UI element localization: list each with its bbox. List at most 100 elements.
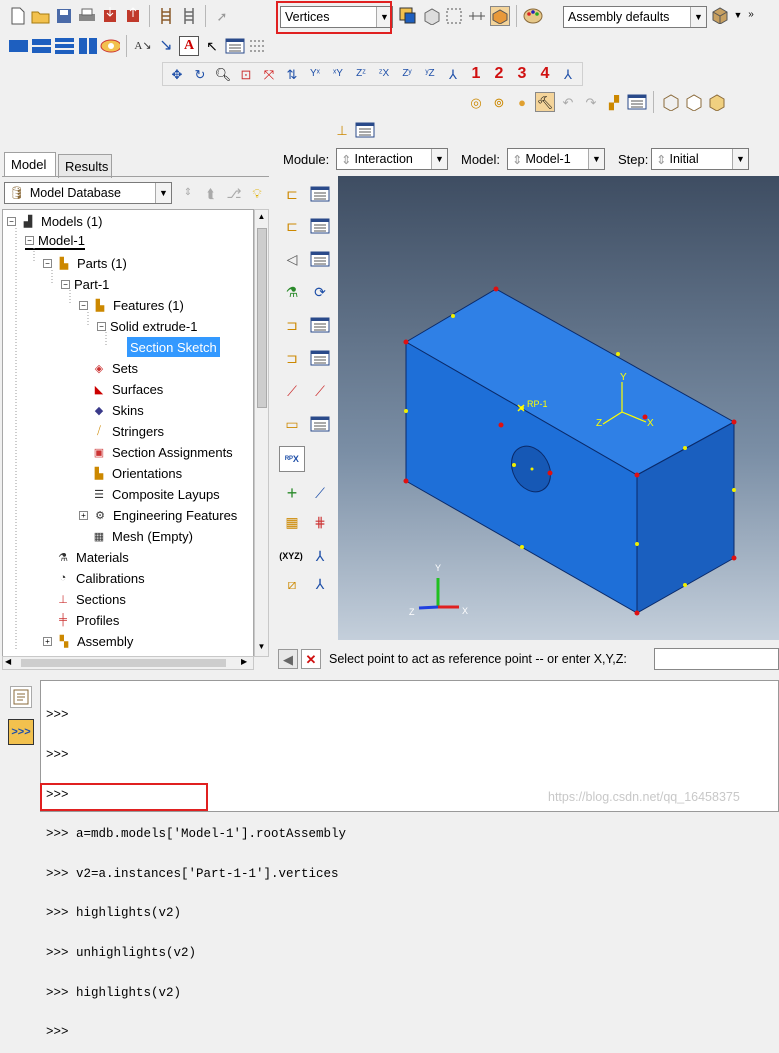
pointer-icon[interactable]: ↖ xyxy=(202,36,222,56)
csys-icon[interactable]: ⅄ xyxy=(308,544,332,568)
shaded-icon[interactable] xyxy=(706,92,726,112)
manager-table-icon[interactable] xyxy=(225,36,245,56)
export-icon[interactable] xyxy=(123,6,143,26)
chevron-down-icon[interactable]: ▼ xyxy=(431,149,447,169)
create-interaction-icon[interactable]: ⊏ xyxy=(280,182,304,206)
new-file-icon[interactable] xyxy=(8,6,28,26)
tab-model[interactable]: Model xyxy=(4,152,56,176)
folder-up-icon[interactable]: ⮬ xyxy=(201,183,221,203)
chevron-down-icon[interactable]: ▼ xyxy=(588,149,604,169)
create-partition-icon[interactable]: ▦ xyxy=(280,510,304,534)
surface-manager-icon[interactable] xyxy=(308,412,332,436)
left-view-icon[interactable]: Zʸ xyxy=(397,64,417,84)
triad-view-icon[interactable]: ⅄ xyxy=(558,64,578,84)
viewport-annotation-icon[interactable] xyxy=(100,36,120,56)
graphics-viewport[interactable]: RP-1 Y Z X Y X Z xyxy=(338,176,779,640)
sort-updown-icon[interactable]: ⇕ xyxy=(178,183,198,203)
create-constraint-icon[interactable]: ◁ xyxy=(280,247,304,271)
module-select[interactable]: ⇕ Interaction ▼ xyxy=(336,148,448,170)
hidden-line-icon[interactable] xyxy=(683,92,703,112)
chevron-down-icon[interactable]: ▼ xyxy=(690,7,706,27)
tile-stack-icon[interactable] xyxy=(54,36,74,56)
display-table-icon[interactable] xyxy=(627,92,647,112)
cycle-views-icon[interactable]: ⇅ xyxy=(282,64,302,84)
cancel-x-icon[interactable]: ✕ xyxy=(301,649,321,669)
select-arrow-icon[interactable]: ➚ xyxy=(212,6,232,26)
interaction-manager-icon[interactable] xyxy=(308,182,332,206)
chevron-down-icon[interactable]: ▼ xyxy=(155,183,171,203)
model-select[interactable]: ⇕ Model-1 ▼ xyxy=(507,148,605,170)
redo-icon[interactable]: ↷ xyxy=(581,92,601,112)
sphere-icon[interactable]: ● xyxy=(512,92,532,112)
top-view-icon[interactable]: Zᶻ xyxy=(351,64,371,84)
text-annotation-icon[interactable]: A↘ xyxy=(133,36,153,56)
scroll-down-icon[interactable]: ▼ xyxy=(256,642,267,654)
hammer-icon[interactable]: 🔨︎ xyxy=(535,92,555,112)
user-view-4-button[interactable]: 4 xyxy=(535,64,555,84)
connector-assign-icon[interactable]: ⟳ xyxy=(308,280,332,304)
create-connector-icon[interactable]: ⚗︎ xyxy=(280,280,304,304)
scroll-left-icon[interactable]: ◀ xyxy=(5,657,11,666)
datum-plane-icon[interactable]: ⧄ xyxy=(280,572,304,596)
render-cube-icon[interactable] xyxy=(710,5,730,25)
user-view-1-button[interactable]: 1 xyxy=(466,64,486,84)
section-manager-icon[interactable] xyxy=(308,313,332,337)
assembly-display-select[interactable]: Assembly defaults ▼ xyxy=(563,6,707,28)
tree-filter-select[interactable]: 🛢︎ Model Database ▼ xyxy=(4,182,172,204)
rotate-icon[interactable]: ↻ xyxy=(190,64,210,84)
arrow-annotation-icon[interactable]: ↘ xyxy=(156,36,176,56)
tab-results[interactable]: Results xyxy=(58,154,112,178)
part-render[interactable]: RP-1 Y Z X Y X Z xyxy=(338,176,779,640)
undo-icon[interactable]: ↶ xyxy=(558,92,578,112)
step-select[interactable]: ⇕ Initial ▼ xyxy=(651,148,749,170)
message-area-icon[interactable] xyxy=(10,686,32,708)
select-entity-icon[interactable] xyxy=(398,6,418,26)
right-view-icon[interactable]: ʸZ xyxy=(420,64,440,84)
highlight-toggle-icon[interactable] xyxy=(490,6,510,26)
reference-point-icon[interactable]: ᴿᴾX xyxy=(279,446,305,472)
scroll-right-icon[interactable]: ▶ xyxy=(241,657,247,666)
create-property-icon[interactable]: ⊏ xyxy=(280,214,304,238)
cube-select-icon[interactable] xyxy=(421,6,441,26)
display-group-icon[interactable]: ▞ xyxy=(604,92,624,112)
tree-vertical-scrollbar[interactable]: ▲ ▼ xyxy=(254,209,269,657)
iso-view-icon[interactable]: ⅄ xyxy=(443,64,463,84)
pan-icon[interactable]: ✥ xyxy=(167,64,187,84)
open-folder-icon[interactable] xyxy=(31,6,51,26)
wireframe-icon[interactable] xyxy=(660,92,680,112)
create-amplitude-icon[interactable]: ⊐ xyxy=(280,346,304,370)
bottom-view-icon[interactable]: ᶻX xyxy=(374,64,394,84)
create-wire-icon[interactable]: ⟋ xyxy=(280,379,304,403)
scroll-thumb[interactable] xyxy=(257,228,267,408)
union-icon[interactable]: ⊚ xyxy=(489,92,509,112)
print-icon[interactable] xyxy=(77,6,97,26)
wire-edit-icon[interactable]: ⟋ xyxy=(308,379,332,403)
drag-select-icon[interactable] xyxy=(467,6,487,26)
scroll-up-icon[interactable]: ▲ xyxy=(256,212,267,224)
query-table-icon[interactable] xyxy=(355,120,375,140)
partition-cell-icon[interactable]: ⋕ xyxy=(308,510,332,534)
back-view-icon[interactable]: ˣY xyxy=(328,64,348,84)
zoom-icon[interactable]: 🔍︎ xyxy=(213,64,233,84)
back-arrow-icon[interactable]: ◀ xyxy=(278,649,298,669)
dotted-list-icon[interactable] xyxy=(248,36,268,56)
hscroll-thumb[interactable] xyxy=(21,659,226,667)
tile-horizontal-icon[interactable] xyxy=(31,36,51,56)
box-zoom-icon[interactable]: ⊡ xyxy=(236,64,256,84)
import-icon[interactable] xyxy=(100,6,120,26)
chevron-down-icon[interactable]: ▼ xyxy=(732,149,748,169)
python-console-icon[interactable]: >>> xyxy=(8,719,34,745)
user-view-2-button[interactable]: 2 xyxy=(489,64,509,84)
box-select-icon[interactable] xyxy=(444,6,464,26)
create-datum-point-icon[interactable]: + xyxy=(280,481,304,505)
more-tools-icon[interactable]: » xyxy=(746,5,756,25)
create-datum-axis-icon[interactable]: ⟋ xyxy=(308,481,332,505)
query-icon[interactable]: ⊥ xyxy=(332,120,352,140)
intersect-icon[interactable]: ◎ xyxy=(466,92,486,112)
tile-vertical-icon[interactable] xyxy=(77,36,97,56)
save-icon[interactable] xyxy=(54,6,74,26)
ladder-alt-icon[interactable] xyxy=(179,6,199,26)
ladder-icon[interactable] xyxy=(156,6,176,26)
create-surface-icon[interactable]: ▭ xyxy=(280,412,304,436)
chevron-down-icon[interactable]: ▼ xyxy=(733,5,743,25)
